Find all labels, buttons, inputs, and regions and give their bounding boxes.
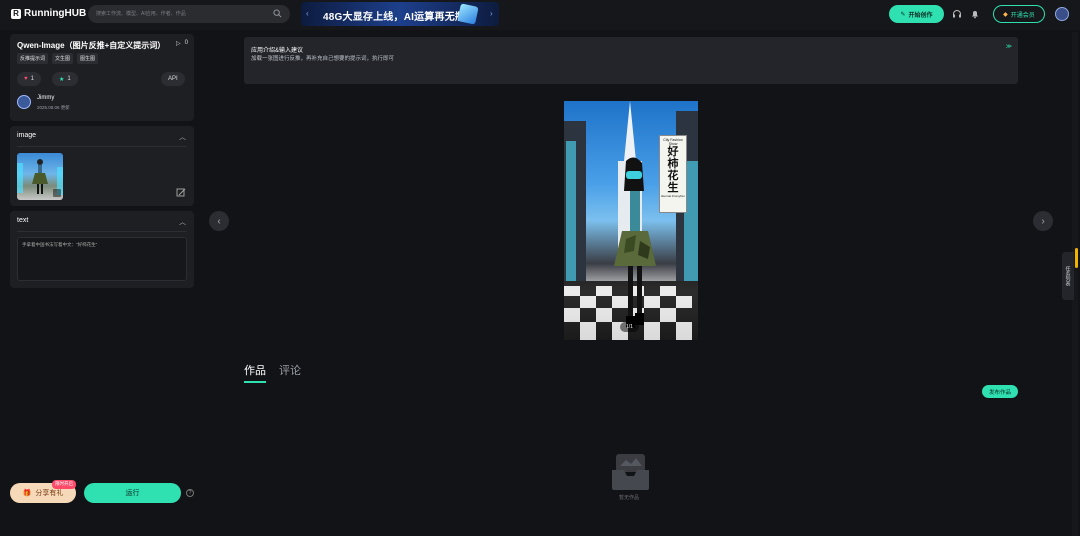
gift-icon: 🎁 [22,490,32,497]
updated-date: 2025.08.06 更新 [37,105,70,110]
publish-button[interactable]: 发布作品 [982,385,1018,398]
logo-icon: R [11,8,21,19]
play-count-value: 0 [184,40,188,46]
promo-banner[interactable]: ‹ 48G大显存上线，AI运算再无瓶颈 › [301,2,499,26]
tag[interactable]: 文生图 [52,53,74,64]
share-label: 分享有礼 [35,490,64,497]
run-button[interactable]: 运行 [84,483,181,503]
next-arrow-button[interactable]: › [1033,211,1053,231]
result-image[interactable]: City Fashion Show 好 柿 花 生 Eternal Jimmyf… [564,101,698,340]
prev-arrow-button[interactable]: ‹ [209,211,229,231]
tag[interactable]: 图生图 [77,53,99,64]
image-section-title: image [17,132,37,139]
author-name[interactable]: Jimmy [37,95,54,101]
image-counter: 1/1 [620,322,639,332]
collapse-icon[interactable]: ︿ [179,217,186,227]
favorite-count: 1 [67,76,71,82]
diamond-icon: ◆ [1003,11,1008,18]
empty-inbox-icon [612,454,649,490]
like-count: 1 [30,76,34,82]
banner-text: 48G大显存上线，AI运算再无瓶颈 [323,12,476,23]
api-label: API [168,76,178,82]
tab-comments[interactable]: 评论 [279,362,301,383]
input-image-thumbnail[interactable] [17,153,63,200]
top-bar: R RunningHUB 搜索工作流、模型、AI应用、作者、作品 ‹ 48G大显… [0,0,1080,30]
sign-char: 柿 [667,158,679,170]
intro-desc: 加载一张图进行反推，再补充自己想要的提示词，执行即可 [251,56,395,62]
help-icon[interactable]: ? [186,489,194,497]
author-avatar[interactable] [17,95,31,109]
vip-label: 开通会员 [1010,12,1035,19]
image-section: image ︿ [10,126,194,206]
empty-works-text: 暂无作品 [619,495,640,501]
divider [17,231,187,232]
calligraphy-sign: City Fashion Show 好 柿 花 生 Eternal Jimmyf… [659,135,687,213]
thumbnail-figure [17,159,63,197]
favorite-button[interactable]: ★ 1 [52,72,78,86]
search-input[interactable]: 搜索工作流、模型、AI应用、作者、作品 [88,5,290,23]
app-title: Qwen-Image（图片反推+自定义提示词） [17,41,166,50]
bell-icon[interactable] [970,9,980,19]
play-icon: ▷ [176,41,181,47]
intro-panel: 应用介绍&输入建议 加载一张图进行反推，再补充自己想要的提示词，执行即可 ≫ [244,37,1018,84]
app-info-panel: Qwen-Image（图片反推+自定义提示词） ▷ 0 反推提示词 文生图 图生… [10,34,194,121]
tab-works[interactable]: 作品 [244,362,266,383]
prompt-text: 手拿着中国书法写着中文："好柿花生" [22,242,98,247]
expand-icon[interactable]: ≫ [1006,43,1012,50]
collapse-icon[interactable]: ︿ [179,132,186,142]
banner-cube-icon [457,3,479,25]
plus-icon: ✎ [900,11,906,18]
start-create-label: 开始创作 [908,12,933,19]
heart-icon: ♥ [24,76,28,82]
logo[interactable]: R RunningHUB [11,8,86,19]
intro-title: 应用介绍&输入建议 [251,48,304,54]
search-placeholder: 搜索工作流、模型、AI应用、作者、作品 [96,11,186,17]
content-tabs: 作品 评论 [244,362,301,383]
logo-text: RunningHUB [24,8,87,19]
tag-list: 反推提示词 文生图 图生图 [17,53,99,64]
like-button[interactable]: ♥ 1 [17,72,41,86]
share-badge: 限时开启 [52,480,76,489]
star-icon: ★ [59,76,65,83]
prompt-textarea[interactable]: 手拿着中国书法写着中文："好柿花生" [17,237,187,281]
sign-char: 好 [667,146,679,158]
sign-title: City Fashion Show [663,138,683,146]
user-avatar[interactable] [1055,7,1069,21]
text-section: text ︿ 手拿着中国书法写着中文："好柿花生" [10,211,194,288]
sign-foot: Eternal Jimmyfan [661,194,685,198]
sign-char: 生 [667,182,679,194]
text-section-title: text [17,217,29,224]
start-create-button[interactable]: ✎ 开始创作 [889,5,944,23]
task-list-tab[interactable]: 任务列表 [1062,252,1074,300]
divider [17,146,187,147]
banner-next-icon[interactable]: › [490,9,493,18]
sign-char: 花 [667,170,679,182]
banner-prev-icon[interactable]: ‹ [306,9,309,18]
tag[interactable]: 反推提示词 [17,53,49,64]
api-button[interactable]: API [161,72,185,86]
headset-icon[interactable] [952,9,962,19]
vip-button[interactable]: ◆ 开通会员 [993,5,1045,23]
edit-image-icon[interactable] [176,188,186,198]
search-icon[interactable] [273,9,282,18]
play-count: ▷ 0 [176,40,188,47]
task-list-indicator [1075,248,1078,268]
